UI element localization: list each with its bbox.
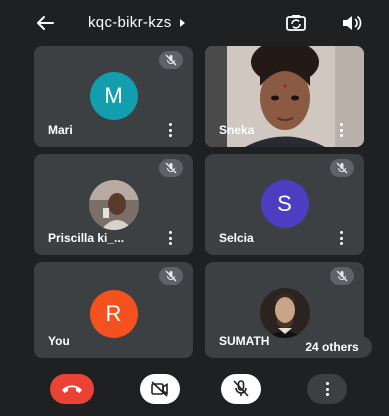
camera-toggle-button[interactable] — [140, 374, 180, 404]
meeting-code: kqc-bikr-kzs — [88, 14, 172, 31]
avatar: M — [89, 72, 138, 120]
mic-muted-icon — [330, 159, 354, 177]
more-options-button[interactable] — [307, 374, 347, 404]
profile-photo — [259, 288, 310, 338]
participant-name: Priscilla ki_... — [48, 231, 125, 245]
switch-camera-icon[interactable] — [285, 12, 307, 34]
more-vert-icon[interactable] — [167, 231, 173, 245]
end-call-icon — [62, 385, 82, 393]
others-count-chip[interactable]: 24 others — [292, 336, 372, 358]
participant-name: Mari — [48, 123, 73, 137]
profile-photo — [88, 180, 139, 230]
avatar: R — [89, 290, 138, 338]
mic-muted-icon — [159, 159, 183, 177]
participant-tile-self[interactable]: R You — [34, 262, 193, 358]
participant-tile-selcia[interactable]: S Selcia — [205, 154, 364, 255]
avatar: S — [260, 180, 309, 228]
participant-tile-mari[interactable]: M Mari — [34, 46, 193, 147]
participant-tile-priscilla[interactable]: Priscilla ki_... — [34, 154, 193, 255]
camera-off-icon — [151, 381, 168, 397]
mic-muted-icon — [159, 51, 183, 69]
end-call-button[interactable] — [50, 374, 94, 404]
participant-name: You — [48, 334, 70, 348]
participant-name: SUMATH — [219, 334, 270, 348]
speaker-icon[interactable] — [340, 12, 362, 34]
more-vert-icon[interactable] — [338, 123, 344, 137]
mic-muted-icon — [330, 267, 354, 285]
mic-muted-icon — [159, 267, 183, 285]
mic-off-icon — [233, 380, 249, 397]
participant-name: Selcia — [219, 231, 254, 245]
top-bar: kqc-bikr-kzs — [0, 0, 389, 46]
participant-tile-sneka[interactable]: Sneka — [205, 46, 364, 147]
more-vert-icon — [324, 382, 330, 396]
more-vert-icon[interactable] — [167, 123, 173, 137]
mic-toggle-button[interactable] — [221, 374, 261, 404]
arrow-back-icon[interactable] — [34, 14, 56, 32]
chevron-right-icon — [179, 18, 185, 27]
more-vert-icon[interactable] — [338, 231, 344, 245]
meeting-title[interactable]: kqc-bikr-kzs — [88, 14, 185, 31]
participant-name: Sneka — [219, 123, 255, 137]
